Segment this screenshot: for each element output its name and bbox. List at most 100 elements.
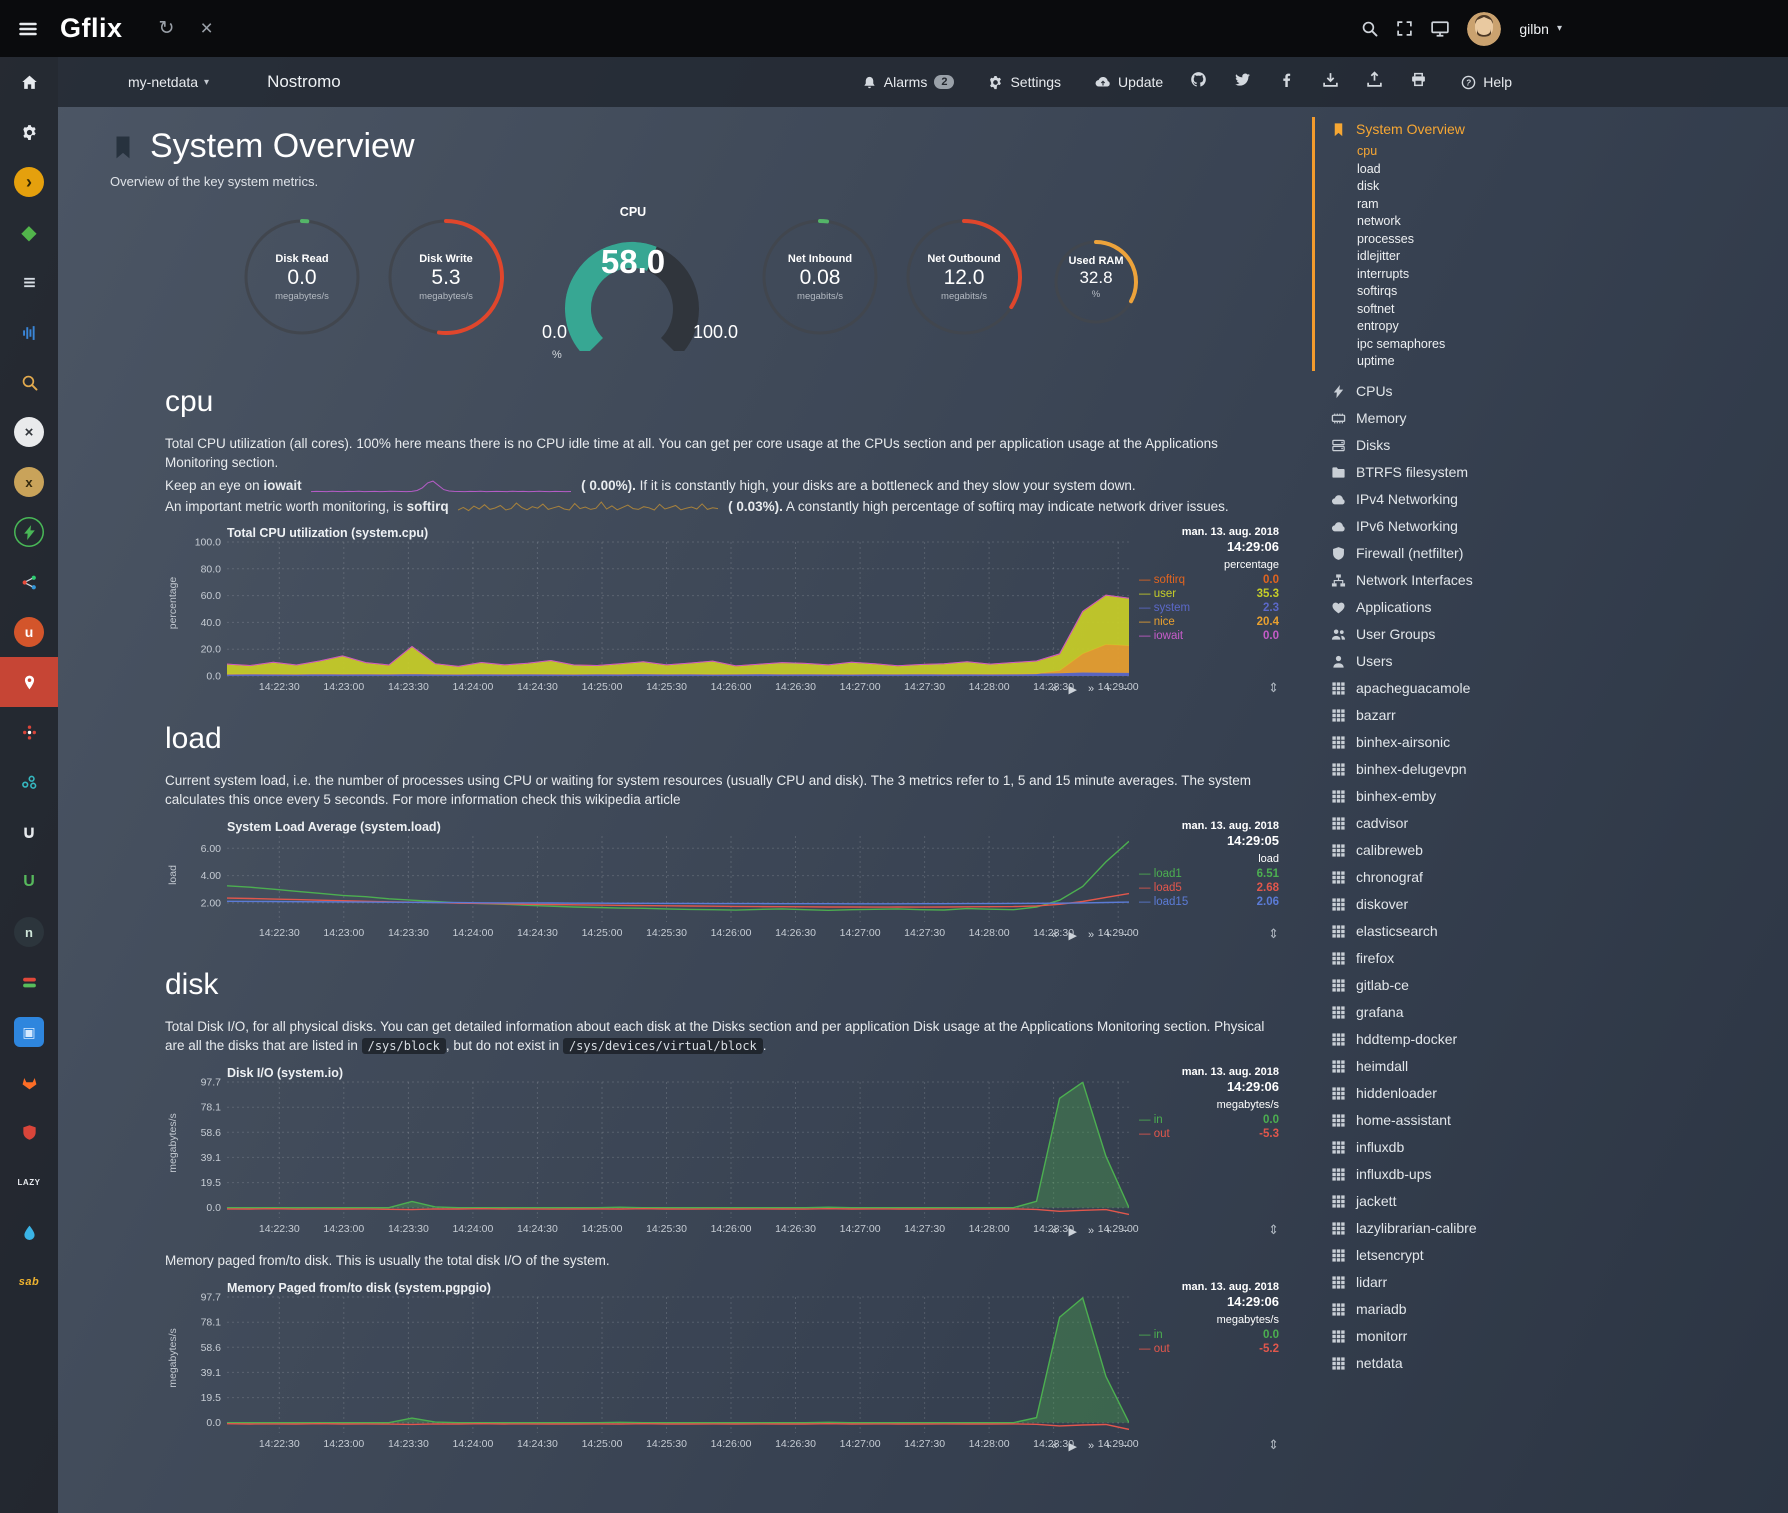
nav-item-system-overview[interactable]: System Overview	[1331, 117, 1574, 142]
chart-zoom-out-button[interactable]: −	[1123, 1225, 1129, 1238]
chart-plot[interactable]: 2.004.006.0014:22:3014:23:0014:23:3014:2…	[181, 820, 1139, 942]
nav-item-mariadb[interactable]: mariadb	[1331, 1297, 1574, 1322]
soundwave-icon[interactable]	[0, 307, 58, 357]
close-icon[interactable]: ×	[200, 17, 212, 41]
app-bolt-icon[interactable]	[0, 507, 58, 557]
nav-subitem-ram[interactable]: ram	[1357, 196, 1574, 214]
nav-item-firefox[interactable]: firefox	[1331, 946, 1574, 971]
nav-subitem-processes[interactable]: processes	[1357, 231, 1574, 249]
chart-pan-right-button[interactable]: »	[1088, 1440, 1094, 1453]
nav-item-user-groups[interactable]: User Groups	[1331, 622, 1574, 647]
sabnzbd-icon[interactable]: sab	[0, 1257, 58, 1307]
nav-item-influxdb[interactable]: influxdb	[1331, 1135, 1574, 1160]
nav-item-binhex-emby[interactable]: binhex-emby	[1331, 784, 1574, 809]
update-button[interactable]: Update	[1095, 74, 1163, 90]
nav-subitem-softnet[interactable]: softnet	[1357, 301, 1574, 319]
gauge-used-ram[interactable]: Used RAM 32.8 %	[1040, 207, 1152, 347]
chart-pan-right-button[interactable]: »	[1088, 1225, 1094, 1238]
search-app-icon[interactable]	[0, 357, 58, 407]
chart-plot[interactable]: 0.019.539.158.678.197.714:22:3014:23:001…	[181, 1281, 1139, 1453]
legend-user[interactable]: — user35.3	[1139, 587, 1279, 601]
nav-item-letsencrypt[interactable]: letsencrypt	[1331, 1243, 1574, 1268]
nav-item-btrfs-filesystem[interactable]: BTRFS filesystem	[1331, 460, 1574, 485]
settings-gear-icon[interactable]	[0, 107, 58, 157]
nav-item-binhex-airsonic[interactable]: binhex-airsonic	[1331, 730, 1574, 755]
refresh-icon[interactable]: ↻	[159, 17, 175, 40]
caret-down-icon[interactable]: ▾	[1557, 23, 1562, 34]
legend-in[interactable]: — in0.0	[1139, 1113, 1279, 1127]
chart-resize-handle[interactable]: ⇕	[1268, 926, 1279, 942]
nav-item-disks[interactable]: Disks	[1331, 433, 1574, 458]
nav-subitem-ipc-semaphores[interactable]: ipc semaphores	[1357, 336, 1574, 354]
nav-item-lidarr[interactable]: lidarr	[1331, 1270, 1574, 1295]
chart-pan-right-button[interactable]: »	[1088, 929, 1094, 942]
alarms-button[interactable]: Alarms 2	[862, 74, 955, 90]
chart-pgpgio[interactable]: megabytes/s Memory Paged from/to disk (s…	[165, 1281, 1279, 1453]
gauge-net-outbound[interactable]: Net Outbound 12.0 megabits/s	[896, 207, 1032, 347]
nav-subitem-softirqs[interactable]: softirqs	[1357, 283, 1574, 301]
chart-resize-handle[interactable]: ⇕	[1268, 680, 1279, 696]
library-stack-icon[interactable]	[0, 257, 58, 307]
app-dark-circle-icon[interactable]: n	[0, 907, 58, 957]
nav-subitem-load[interactable]: load	[1357, 161, 1574, 179]
nav-item-influxdb-ups[interactable]: influxdb-ups	[1331, 1162, 1574, 1187]
nav-item-cadvisor[interactable]: cadvisor	[1331, 811, 1574, 836]
legend-softirq[interactable]: — softirq0.0	[1139, 573, 1279, 587]
app-pills-icon[interactable]	[0, 957, 58, 1007]
nav-item-monitorr[interactable]: monitorr	[1331, 1324, 1574, 1349]
nav-item-memory[interactable]: Memory	[1331, 406, 1574, 431]
chart-zoom-in-button[interactable]: +	[1105, 1225, 1111, 1238]
nav-item-diskover[interactable]: diskover	[1331, 892, 1574, 917]
gauge-cpu[interactable]: CPU 58.0 0.0 100.0 %	[522, 207, 744, 359]
chart-play-button[interactable]: ▶	[1069, 1225, 1077, 1238]
active-app-pin-icon[interactable]	[0, 657, 58, 707]
user-menu[interactable]: gilbn	[1519, 21, 1549, 37]
home-icon[interactable]	[0, 57, 58, 107]
legend-nice[interactable]: — nice20.4	[1139, 615, 1279, 629]
gitlab-icon[interactable]	[0, 1057, 58, 1107]
chart-play-button[interactable]: ▶	[1069, 1440, 1077, 1453]
app-gold-circle-icon[interactable]: x	[0, 457, 58, 507]
app-horseshoe-icon[interactable]: ∪	[0, 807, 58, 857]
facebook-icon[interactable]	[1278, 71, 1295, 93]
nav-item-firewall-netfilter[interactable]: Firewall (netfilter)	[1331, 541, 1574, 566]
legend-load5[interactable]: — load52.68	[1139, 881, 1279, 895]
gauge-disk-read[interactable]: Disk Read 0.0 megabytes/s	[234, 207, 370, 347]
avatar[interactable]	[1467, 12, 1501, 46]
chart-pan-left-button[interactable]: «	[1051, 1225, 1057, 1238]
nav-item-chronograf[interactable]: chronograf	[1331, 865, 1574, 890]
nav-subitem-cpu[interactable]: cpu	[1357, 143, 1574, 161]
print-icon[interactable]	[1410, 71, 1427, 93]
nav-item-heimdall[interactable]: heimdall	[1331, 1054, 1574, 1079]
nav-item-hddtemp-docker[interactable]: hddtemp-docker	[1331, 1027, 1574, 1052]
nav-item-applications[interactable]: Applications	[1331, 595, 1574, 620]
chart-zoom-out-button[interactable]: −	[1123, 1440, 1129, 1453]
gauge-disk-write[interactable]: Disk Write 5.3 megabytes/s	[378, 207, 514, 347]
nav-subitem-interrupts[interactable]: interrupts	[1357, 266, 1574, 284]
nav-item-lazylibrarian-calibre[interactable]: lazylibrarian-calibre	[1331, 1216, 1574, 1241]
chart-plot[interactable]: 0.020.040.060.080.0100.014:22:3014:23:00…	[181, 526, 1139, 696]
multi-window-icon[interactable]	[1431, 20, 1449, 38]
chart-cpu[interactable]: percentage Total CPU utilization (system…	[165, 526, 1279, 696]
chart-resize-handle[interactable]: ⇕	[1268, 1222, 1279, 1238]
nav-item-hiddenloader[interactable]: hiddenloader	[1331, 1081, 1574, 1106]
emby-icon[interactable]: ◆	[0, 207, 58, 257]
chart-pan-left-button[interactable]: «	[1051, 683, 1057, 696]
chart-zoom-in-button[interactable]: +	[1105, 929, 1111, 942]
chart-zoom-out-button[interactable]: −	[1123, 683, 1129, 696]
twitter-icon[interactable]	[1234, 71, 1251, 93]
app-red-shield-icon[interactable]	[0, 1107, 58, 1157]
water-drop-icon[interactable]	[0, 1207, 58, 1257]
nav-item-jackett[interactable]: jackett	[1331, 1189, 1574, 1214]
nav-item-apacheguacamole[interactable]: apacheguacamole	[1331, 676, 1574, 701]
legend-load15[interactable]: — load152.06	[1139, 895, 1279, 909]
nav-item-network-interfaces[interactable]: Network Interfaces	[1331, 568, 1574, 593]
nav-item-calibreweb[interactable]: calibreweb	[1331, 838, 1574, 863]
legend-in[interactable]: — in0.0	[1139, 1328, 1279, 1342]
chart-pan-right-button[interactable]: »	[1088, 683, 1094, 696]
app-green-u-icon[interactable]: U	[0, 857, 58, 907]
plex-icon[interactable]: ›	[0, 157, 58, 207]
nav-item-grafana[interactable]: grafana	[1331, 1000, 1574, 1025]
chart-zoom-in-button[interactable]: +	[1105, 683, 1111, 696]
nav-item-ipv6-networking[interactable]: IPv6 Networking	[1331, 514, 1574, 539]
